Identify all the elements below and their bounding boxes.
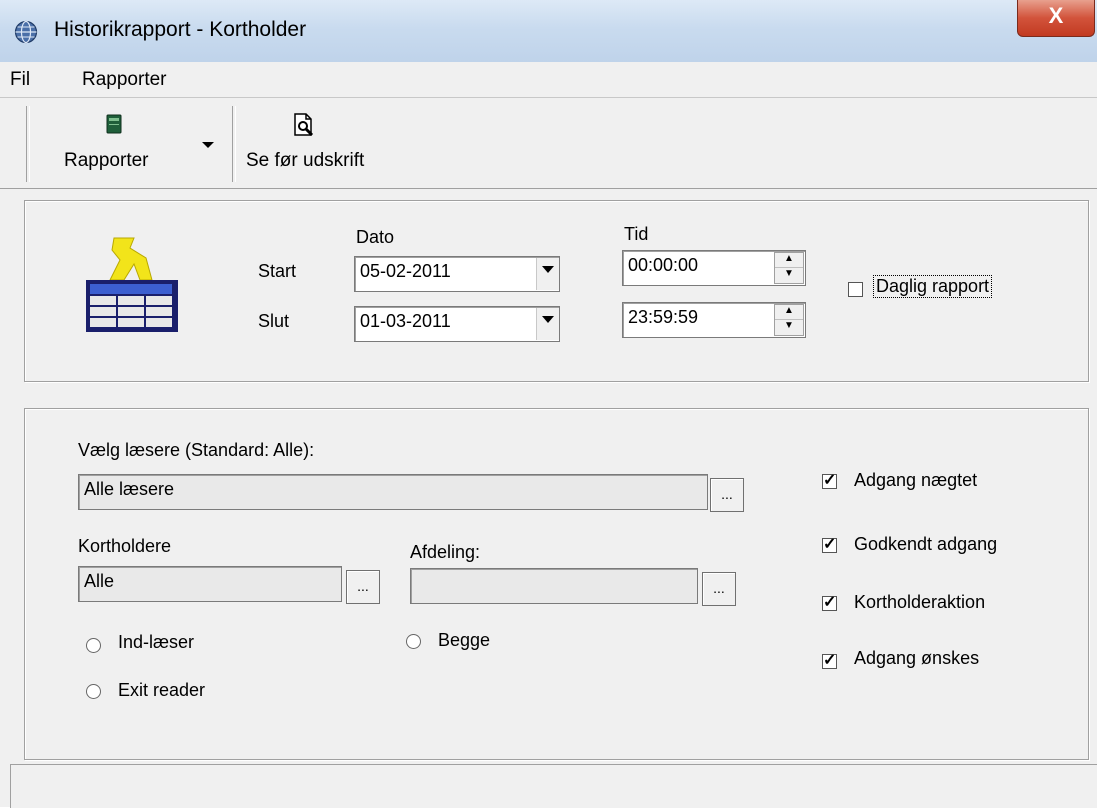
cardholders-value: Alle [84, 571, 115, 591]
dato-header: Dato [356, 227, 395, 247]
chevron-down-icon [542, 316, 554, 323]
start-date-value: 05-02-2011 [360, 261, 451, 281]
print-preview-icon [294, 113, 314, 137]
readers-browse-button[interactable]: ... [710, 478, 744, 512]
daily-report-label[interactable]: Daglig rapport [872, 275, 993, 298]
end-time-value: 23:59:59 [628, 307, 699, 327]
department-browse-button[interactable]: ... [702, 572, 736, 606]
start-time-spinner[interactable]: ▲ ▼ [774, 252, 804, 284]
checkbox-adgang-naegtet-label[interactable]: Adgang nægtet [854, 470, 977, 491]
chevron-down-icon[interactable] [200, 140, 216, 150]
window-title: Historikrapport - Kortholder [54, 18, 307, 41]
checkbox-kortholderaktion[interactable]: ✓ [822, 595, 837, 611]
radio-ind-laeser[interactable] [86, 638, 101, 653]
menu-fil[interactable]: Fil [10, 69, 30, 91]
department-field[interactable] [410, 568, 698, 604]
toolbar-separator [232, 106, 236, 182]
close-button[interactable]: X [1017, 0, 1095, 37]
end-date-picker[interactable]: 01-03-2011 [354, 306, 560, 342]
radio-ind-laeser-label[interactable]: Ind-læser [118, 632, 194, 653]
spin-down-icon[interactable]: ▼ [775, 268, 803, 283]
tid-header: Tid [624, 224, 649, 244]
spin-up-icon[interactable]: ▲ [775, 305, 803, 320]
slut-label: Slut [258, 311, 290, 331]
preview-button-label: Se før udskrift [246, 150, 365, 171]
start-date-dropdown[interactable] [536, 258, 559, 290]
radio-begge-label[interactable]: Begge [438, 630, 490, 651]
readers-label: Vælg læsere (Standard: Alle): [78, 440, 315, 460]
radio-begge[interactable] [406, 634, 421, 649]
end-time-spinner[interactable]: ▲ ▼ [774, 304, 804, 336]
start-label: Start [258, 261, 297, 281]
checkbox-adgang-naegtet[interactable]: ✓ [822, 473, 837, 489]
checkbox-godkendt-adgang[interactable]: ✓ [822, 537, 837, 553]
end-date-value: 01-03-2011 [360, 311, 451, 331]
start-date-picker[interactable]: 05-02-2011 [354, 256, 560, 292]
radio-exit-reader-label[interactable]: Exit reader [118, 680, 205, 701]
spin-up-icon[interactable]: ▲ [775, 253, 803, 268]
spin-down-icon[interactable]: ▼ [775, 320, 803, 335]
checkbox-godkendt-adgang-label[interactable]: Godkendt adgang [854, 534, 997, 555]
menu-rapporter[interactable]: Rapporter [82, 69, 167, 91]
readers-field[interactable]: Alle læsere [78, 474, 708, 510]
daily-report-checkbox[interactable] [848, 282, 863, 297]
start-time-value: 00:00:00 [628, 255, 699, 275]
rapporter-button-label: Rapporter [64, 150, 149, 171]
chevron-down-icon [542, 266, 554, 273]
cardholders-label: Kortholdere [78, 536, 172, 556]
radio-exit-reader[interactable] [86, 684, 101, 699]
end-date-dropdown[interactable] [536, 308, 559, 340]
readers-value: Alle læsere [84, 479, 175, 499]
preview-toolbar-button[interactable]: Se før udskrift [246, 104, 406, 180]
globe-icon [14, 20, 38, 44]
cardholders-browse-button[interactable]: ... [346, 570, 380, 604]
book-icon [106, 114, 122, 134]
report-table-icon [86, 237, 178, 332]
department-label: Afdeling: [410, 542, 481, 562]
toolbar-separator [26, 106, 30, 182]
checkbox-kortholderaktion-label[interactable]: Kortholderaktion [854, 592, 985, 613]
checkbox-adgang-onskes[interactable]: ✓ [822, 653, 837, 669]
cardholders-field[interactable]: Alle [78, 566, 342, 602]
checkbox-adgang-onskes-label[interactable]: Adgang ønskes [854, 648, 979, 669]
rapporter-toolbar-button[interactable]: Rapporter [56, 104, 232, 180]
status-bar [10, 764, 1097, 808]
